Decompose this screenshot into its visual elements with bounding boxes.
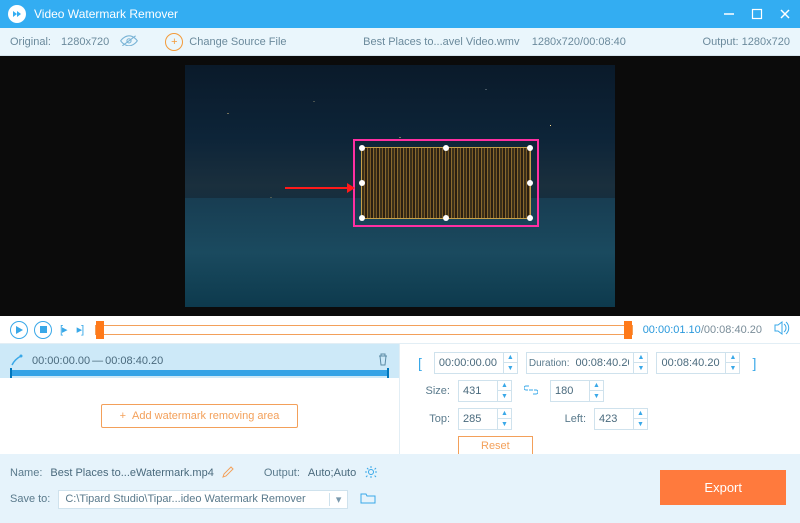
set-end-button[interactable]: ▸]: [75, 323, 86, 336]
output-resolution: 1280x720: [742, 36, 790, 48]
spin-down-icon[interactable]: ▼: [590, 391, 603, 401]
timeline-end-handle[interactable]: [624, 321, 632, 339]
annotation-arrow-icon: [285, 181, 355, 195]
maximize-button[interactable]: [750, 7, 764, 21]
spin-up-icon[interactable]: ▲: [634, 353, 647, 363]
open-folder-icon[interactable]: [360, 492, 376, 507]
name-label: Name:: [10, 467, 42, 479]
export-bar: Name: Best Places to...eWatermark.mp4 Ou…: [0, 454, 800, 523]
file-name: Best Places to...avel Video.wmv: [363, 36, 519, 48]
spin-up-icon[interactable]: ▲: [498, 381, 511, 391]
volume-icon[interactable]: [774, 321, 790, 338]
parameters-panel: [ ▲▼ Duration:▲▼ ▲▼ ] Size: ▲▼ ▲▼ Top: ▲…: [400, 344, 800, 454]
app-title: Video Watermark Remover: [34, 7, 722, 21]
spin-down-icon[interactable]: ▼: [498, 391, 511, 401]
timeline-start-handle[interactable]: [96, 321, 104, 339]
title-bar: Video Watermark Remover: [0, 0, 800, 28]
timeline-slider[interactable]: [95, 325, 633, 335]
spin-down-icon[interactable]: ▼: [634, 363, 647, 373]
plus-icon: +: [165, 33, 183, 51]
preview-toggle-icon[interactable]: [119, 35, 139, 49]
output-format-label: Output:: [264, 467, 300, 479]
change-source-button[interactable]: + Change Source File: [165, 33, 286, 51]
delete-area-icon[interactable]: [377, 353, 389, 369]
reset-button[interactable]: Reset: [458, 436, 533, 456]
stop-button[interactable]: [34, 321, 52, 339]
path-dropdown-icon[interactable]: ▾: [329, 493, 342, 506]
end-time-input[interactable]: ▲▼: [656, 352, 740, 374]
play-button[interactable]: [10, 321, 28, 339]
add-area-button[interactable]: + Add watermark removing area: [101, 404, 299, 428]
playback-controls: [▸ ▸] 00:00:01.10/00:08:40.20: [0, 316, 800, 344]
clip-range-bar[interactable]: [10, 370, 389, 376]
spin-up-icon[interactable]: ▲: [726, 353, 739, 363]
watermark-selection-box[interactable]: [353, 139, 539, 227]
output-settings-icon[interactable]: [364, 465, 378, 482]
top-label: Top:: [414, 413, 450, 425]
spin-down-icon[interactable]: ▼: [498, 419, 511, 429]
change-source-label: Change Source File: [189, 36, 286, 48]
add-area-label: Add watermark removing area: [132, 410, 279, 422]
duration-input[interactable]: Duration: ▲▼: [526, 352, 649, 374]
spin-down-icon[interactable]: ▼: [726, 363, 739, 373]
range-start-bracket-icon[interactable]: [: [414, 355, 426, 371]
file-info: Best Places to...avel Video.wmv 1280x720…: [287, 36, 703, 48]
editing-panel: 00:00:00.00—00:08:40.20 + Add watermark …: [0, 344, 800, 454]
export-button[interactable]: Export: [660, 470, 786, 505]
set-start-button[interactable]: [▸: [58, 323, 69, 336]
save-path-input[interactable]: C:\Tipard Studio\Tipar...ideo Watermark …: [58, 490, 348, 509]
plus-icon: +: [120, 410, 126, 422]
output-label: Output:: [703, 36, 739, 48]
current-time: 00:00:01.10: [643, 324, 701, 336]
spin-down-icon[interactable]: ▼: [504, 363, 517, 373]
start-time-input[interactable]: ▲▼: [434, 352, 518, 374]
time-readout: 00:00:01.10/00:08:40.20: [643, 324, 762, 336]
area-item[interactable]: 00:00:00.00—00:08:40.20: [0, 344, 399, 378]
height-input[interactable]: ▲▼: [550, 380, 604, 402]
save-path-value: C:\Tipard Studio\Tipar...ideo Watermark …: [65, 493, 305, 505]
video-preview-area: [0, 56, 800, 316]
duration-label: Duration:: [527, 358, 572, 369]
info-toolbar: Original: 1280x720 + Change Source File …: [0, 28, 800, 56]
spin-up-icon[interactable]: ▲: [504, 353, 517, 363]
spin-up-icon[interactable]: ▲: [498, 409, 511, 419]
edit-name-icon[interactable]: [222, 466, 234, 481]
left-input[interactable]: ▲▼: [594, 408, 648, 430]
save-to-label: Save to:: [10, 493, 50, 505]
spin-down-icon[interactable]: ▼: [634, 419, 647, 429]
clip-end-time: 00:08:40.20: [105, 355, 163, 367]
file-resolution: 1280x720: [532, 36, 580, 48]
app-logo: [8, 5, 26, 23]
output-name: Best Places to...eWatermark.mp4: [50, 467, 213, 479]
total-time: 00:08:40.20: [704, 324, 762, 336]
original-label: Original:: [10, 36, 51, 48]
width-input[interactable]: ▲▼: [458, 380, 512, 402]
minimize-button[interactable]: [722, 7, 736, 21]
output-format: Auto;Auto: [308, 467, 356, 479]
aspect-link-icon[interactable]: [520, 385, 542, 398]
top-input[interactable]: ▲▼: [458, 408, 512, 430]
area-item-icon: [10, 353, 24, 370]
original-resolution: 1280x720: [61, 36, 109, 48]
file-duration: 00:08:40: [583, 36, 626, 48]
video-frame[interactable]: [185, 65, 615, 307]
size-label: Size:: [414, 385, 450, 397]
left-label: Left:: [550, 413, 586, 425]
range-end-bracket-icon[interactable]: ]: [748, 355, 760, 371]
spin-up-icon[interactable]: ▲: [590, 381, 603, 391]
close-button[interactable]: [778, 7, 792, 21]
clip-start-time: 00:00:00.00: [32, 355, 90, 367]
area-list-panel: 00:00:00.00—00:08:40.20 + Add watermark …: [0, 344, 400, 454]
spin-up-icon[interactable]: ▲: [634, 409, 647, 419]
